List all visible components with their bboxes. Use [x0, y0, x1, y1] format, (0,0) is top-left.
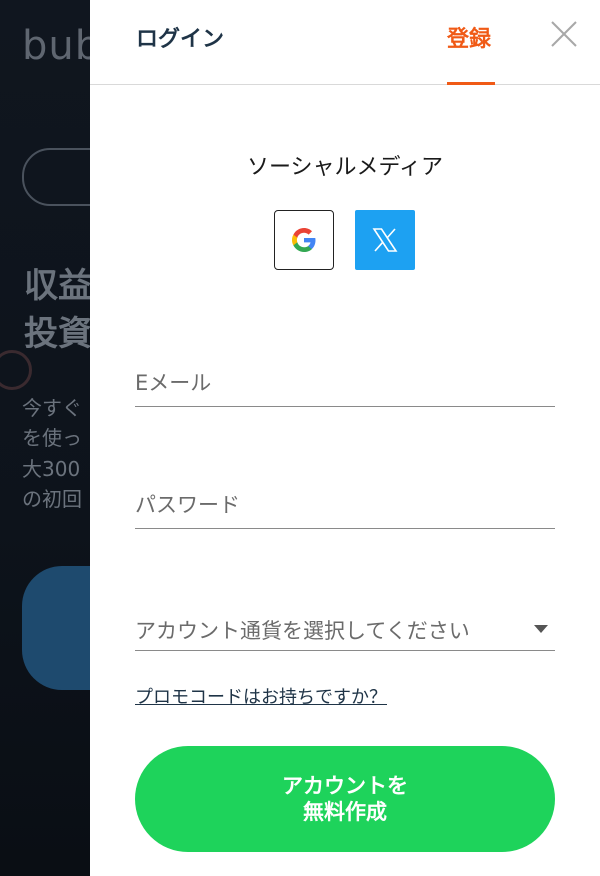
- active-tab-indicator: [447, 82, 495, 85]
- tab-login[interactable]: ログイン: [136, 26, 224, 54]
- auth-tabs: ログイン 登録: [90, 0, 600, 85]
- x-login-button[interactable]: [355, 210, 415, 270]
- background-pill-button: [22, 148, 90, 206]
- email-field[interactable]: [135, 362, 555, 407]
- caret-down-icon: [534, 625, 548, 633]
- background-text-line: 大300: [22, 456, 81, 481]
- background-logo: bub: [22, 23, 90, 69]
- currency-select-placeholder: アカウント通貨を選択してください: [135, 619, 470, 643]
- background-text-line: 今すぐ: [22, 396, 82, 420]
- currency-select[interactable]: アカウント通貨を選択してください: [135, 606, 555, 651]
- close-button[interactable]: [548, 18, 580, 50]
- create-account-button[interactable]: アカウントを 無料作成: [135, 746, 555, 852]
- create-account-label-line2: 無料作成: [303, 800, 387, 824]
- background-headline-line: 収益: [24, 266, 90, 306]
- x-icon: [372, 228, 398, 252]
- close-icon: [551, 21, 577, 47]
- screen: bub 収益 投資 今すぐ を使っ 大300 の初回 ログイン 登録 ソーシャル…: [0, 0, 600, 876]
- tab-register[interactable]: 登録: [447, 26, 491, 54]
- background-page: bub 収益 投資 今すぐ を使っ 大300 の初回: [0, 0, 90, 876]
- google-login-button[interactable]: [274, 210, 334, 270]
- background-text-line: を使っ: [22, 426, 82, 451]
- google-icon: [292, 228, 316, 252]
- background-headline-line: 投資: [24, 314, 90, 355]
- background-text: 今すぐ を使っ 大300 の初回: [22, 393, 82, 515]
- background-headline: 収益 投資: [24, 262, 90, 359]
- email-input[interactable]: [135, 366, 535, 400]
- password-input[interactable]: [135, 488, 535, 522]
- create-account-label-line1: アカウントを: [282, 774, 408, 798]
- social-media-title: ソーシャルメディア: [246, 155, 444, 180]
- background-cta-button: [22, 566, 90, 690]
- background-text-line: の初回: [22, 487, 82, 512]
- password-field[interactable]: [135, 484, 555, 529]
- promo-code-link[interactable]: プロモコードはお持ちですか？: [135, 684, 387, 712]
- auth-drawer: ログイン 登録 ソーシャルメディア Eメール アカウント通貨を選択してください …: [90, 0, 600, 876]
